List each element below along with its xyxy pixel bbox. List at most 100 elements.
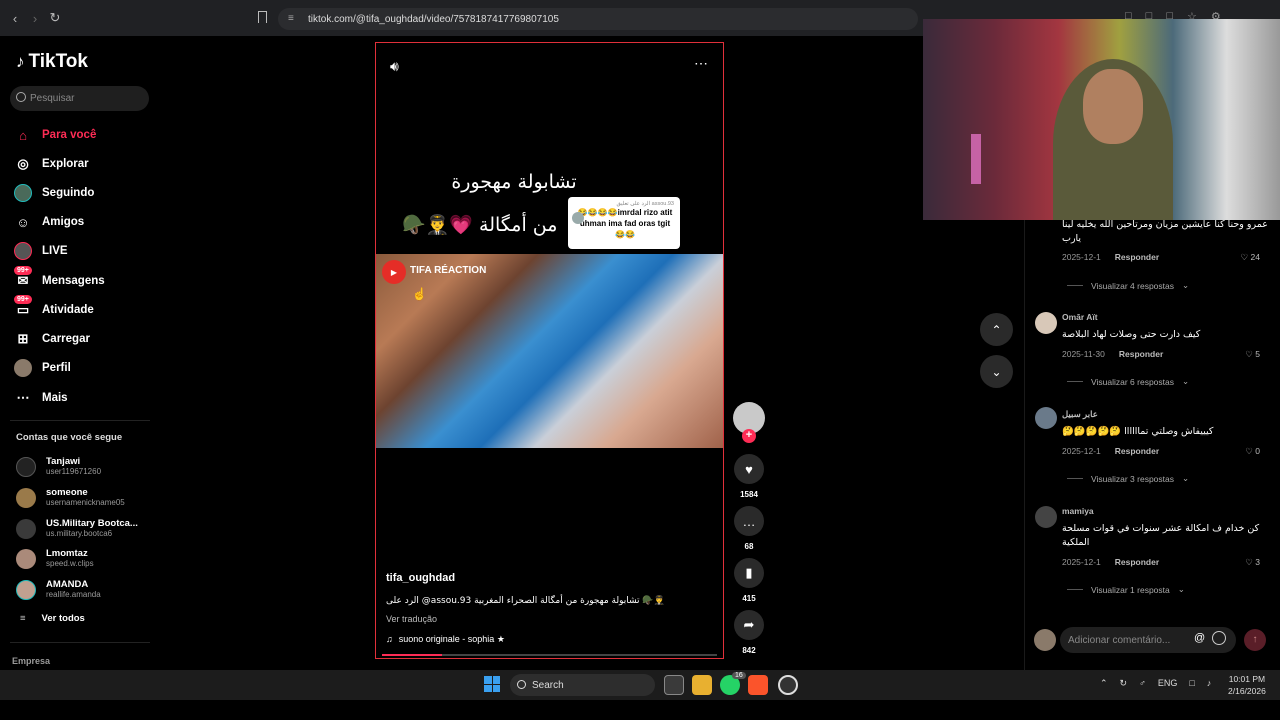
obs-icon[interactable]: [778, 675, 798, 695]
messages-icon: ✉ 99+: [14, 266, 32, 290]
avatar: [16, 548, 36, 569]
chevron-down-icon: ⌄: [1182, 376, 1190, 386]
comment-like-count: 5: [1255, 349, 1260, 359]
view-replies-button[interactable]: Visualizar 6 respostas ⌄: [1067, 376, 1189, 387]
save-count: 415: [742, 594, 756, 603]
windows-start-icon[interactable]: [484, 676, 500, 692]
bookmark-icon[interactable]: [258, 11, 267, 23]
sidebar-item-live[interactable]: LIVE: [14, 242, 68, 260]
previous-video-button[interactable]: ⌃: [980, 313, 1013, 346]
sidebar-item-perfil[interactable]: Perfil: [14, 359, 71, 377]
microphone-icon[interactable]: ♂: [1139, 678, 1146, 689]
add-comment-bar: Adicionar comentário... @ ↑: [1024, 622, 1280, 658]
reply-button[interactable]: Responder: [1119, 349, 1163, 359]
sync-icon[interactable]: ↻: [1120, 678, 1128, 689]
like-button[interactable]: ♥: [734, 454, 764, 484]
task-view-icon[interactable]: [664, 675, 684, 695]
reload-icon[interactable]: ↻: [44, 7, 66, 29]
chevron-up-icon[interactable]: ⌃: [1100, 678, 1108, 689]
comment-author[interactable]: Omār Aït: [1062, 312, 1098, 322]
comment-icon: …: [742, 513, 756, 529]
sidebar-item-carregar[interactable]: ⊞ Carregar: [14, 330, 90, 348]
comment-like-count: 24: [1250, 252, 1260, 262]
sidebar-item-para-voce[interactable]: ⌂ Para você: [14, 126, 96, 144]
reply-button[interactable]: Responder: [1115, 446, 1159, 456]
comment-meta: 2025-12-1 Responder: [1062, 446, 1159, 456]
taskbar-clock[interactable]: 10:01 PM 2/16/2026: [1228, 673, 1266, 697]
see-all-button[interactable]: ≡ Ver todos: [20, 613, 85, 624]
mouse-cursor-icon: ☝: [412, 287, 427, 301]
volume-icon[interactable]: 🔊︎: [390, 58, 399, 75]
avatar[interactable]: [1035, 407, 1057, 429]
comment-button[interactable]: …: [734, 506, 764, 536]
following-account[interactable]: Tanjawi user119671260: [16, 456, 101, 477]
following-account[interactable]: someone usernamenickname05: [16, 487, 125, 508]
emoji-icon[interactable]: [1212, 631, 1226, 645]
following-account[interactable]: Lmomtaz speed.w.clips: [16, 548, 94, 569]
sidebar-item-mensagens[interactable]: ✉ 99+ Mensagens: [14, 266, 105, 290]
file-explorer-icon[interactable]: [692, 675, 712, 695]
activity-icon: ▭ 99+: [14, 295, 32, 319]
send-comment-button[interactable]: ↑: [1244, 629, 1266, 651]
sidebar-item-explorar[interactable]: ◎ Explorar: [14, 155, 88, 173]
sidebar-item-label: Atividade: [42, 304, 94, 316]
streamer-head: [1083, 69, 1143, 144]
comment-author[interactable]: mamiya: [1062, 506, 1094, 516]
comment-author[interactable]: عابر سبيل: [1062, 409, 1098, 420]
reply-button[interactable]: Responder: [1115, 252, 1159, 262]
next-video-button[interactable]: ⌄: [980, 355, 1013, 388]
see-translation-link[interactable]: Ver tradução: [386, 614, 437, 624]
sidebar-item-seguindo[interactable]: Seguindo: [14, 184, 94, 202]
comment-like-button[interactable]: ♡ 3: [1245, 557, 1260, 568]
display-icon[interactable]: □: [1189, 678, 1194, 689]
forward-icon[interactable]: ›: [24, 7, 46, 29]
sidebar-item-atividade[interactable]: ▭ 99+ Atividade: [14, 295, 94, 319]
comment-like-button[interactable]: ♡ 5: [1245, 349, 1260, 360]
sidebar-item-label: LIVE: [42, 245, 68, 257]
share-icon: ➦: [743, 617, 755, 632]
windows-taskbar: Search 16 ⌃ ↻ ♂ ENG □ ♪ 10:01 PM 2/16/20…: [0, 670, 1280, 700]
reply-button[interactable]: Responder: [1115, 557, 1159, 567]
follow-plus-icon[interactable]: +: [742, 429, 756, 443]
home-icon: ⌂: [19, 127, 27, 143]
taskbar-search-label: Search: [532, 679, 564, 691]
taskbar-search[interactable]: Search: [510, 674, 655, 696]
video-author[interactable]: tifa_oughdad: [386, 572, 455, 584]
mention-icon[interactable]: @: [1194, 632, 1205, 644]
search-icon: [517, 680, 526, 689]
following-account[interactable]: US.Military Bootca... us.military.bootca6: [16, 518, 138, 539]
music-info[interactable]: ♫ suono originale - sophia ★: [386, 634, 505, 645]
tiktok-logo[interactable]: ♪ TikTok: [16, 51, 88, 73]
sidebar-item-label: Mais: [42, 392, 68, 404]
avatar[interactable]: [1035, 506, 1057, 528]
share-button[interactable]: ➦: [734, 610, 764, 640]
view-replies-button[interactable]: Visualizar 3 respostas ⌄: [1067, 473, 1189, 484]
sidebar-item-mais[interactable]: ⋯ Mais: [14, 389, 68, 407]
back-icon[interactable]: ‹: [4, 7, 26, 29]
avatar: [1034, 629, 1056, 651]
video-progress-bar[interactable]: [382, 654, 717, 656]
video-player[interactable]: 🔊︎ ⋯ تشابولة مهجورة من أمگالة 💗👨‍✈️🪖 الر…: [375, 42, 724, 659]
save-button[interactable]: ▮: [734, 558, 764, 588]
sidebar-item-amigos[interactable]: ☺ Amigos: [14, 213, 84, 231]
add-comment-input[interactable]: Adicionar comentário...: [1060, 627, 1236, 653]
reply-bubble-text: 😂😂😂😂imrdal rizo atit uhman ima fad oras …: [577, 208, 673, 239]
search-input[interactable]: Pesquisar: [10, 86, 149, 111]
language-indicator[interactable]: ENG: [1158, 678, 1178, 689]
site-settings-icon[interactable]: ≡: [288, 13, 294, 24]
video-frame: [376, 254, 723, 448]
comment-like-button[interactable]: ♡ 24: [1241, 252, 1260, 263]
company-link[interactable]: Empresa: [12, 656, 50, 666]
avatar[interactable]: [1035, 312, 1057, 334]
address-bar[interactable]: ≡ tiktok.com/@tifa_oughdad/video/7578187…: [278, 8, 918, 30]
brave-browser-icon[interactable]: [748, 675, 768, 695]
account-name: Lmomtaz: [46, 548, 88, 559]
account-name: AMANDA: [46, 579, 89, 590]
webcam-overlay: [923, 19, 1280, 220]
following-account[interactable]: AMANDA reallife.amanda: [16, 579, 101, 600]
comment-like-button[interactable]: ♡ 0: [1245, 446, 1260, 457]
volume-icon[interactable]: ♪: [1207, 678, 1212, 689]
more-options-icon[interactable]: ⋯: [694, 55, 709, 72]
view-replies-button[interactable]: Visualizar 1 resposta ⌄: [1067, 584, 1185, 595]
view-replies-button[interactable]: Visualizar 4 respostas ⌄: [1067, 280, 1189, 291]
